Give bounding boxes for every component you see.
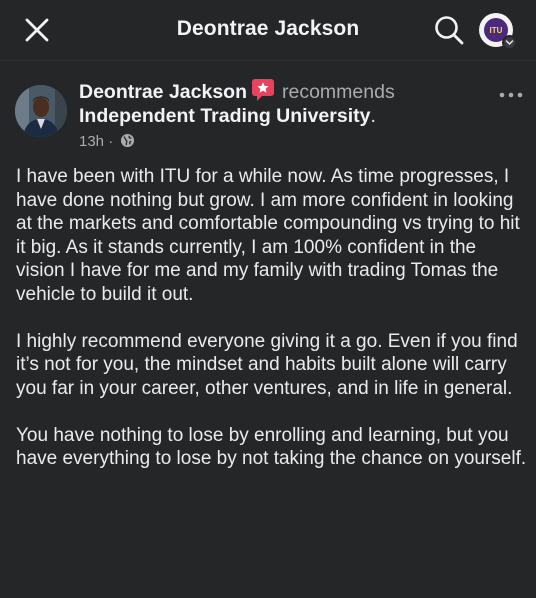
- avatar-photo: [15, 85, 67, 137]
- top-divider: [0, 60, 536, 61]
- profile-button[interactable]: ITU: [477, 11, 517, 51]
- post-paragraph: You have nothing to lose by enrolling an…: [16, 424, 527, 470]
- page-name: Independent Trading University: [79, 105, 371, 127]
- more-dots-icon: [499, 92, 523, 98]
- post-header: Deontrae Jackson recommends Independent …: [0, 75, 536, 155]
- recommends-label: recommends: [282, 81, 395, 103]
- top-bar: Deontrae Jackson ITU: [0, 0, 536, 60]
- avatar[interactable]: [15, 85, 67, 137]
- post-time[interactable]: 13h: [79, 133, 104, 150]
- post-paragraph: I highly recommend everyone giving it a …: [16, 330, 518, 399]
- author-line: Deontrae Jackson recommends: [79, 79, 395, 104]
- recommended-page-link[interactable]: Independent Trading University.: [79, 104, 376, 128]
- chevron-down-icon: [502, 35, 517, 50]
- author-name[interactable]: Deontrae Jackson: [79, 81, 247, 103]
- more-options-button[interactable]: [497, 87, 525, 103]
- recommend-star-icon: [252, 79, 274, 101]
- meta-separator: ·: [108, 133, 114, 150]
- page-name-period: .: [370, 105, 376, 127]
- post-body: I have been with ITU for a while now. As…: [16, 165, 528, 494]
- post-paragraph: I have been with ITU for a while now. As…: [16, 166, 520, 305]
- globe-icon: [121, 133, 135, 148]
- search-icon: [435, 16, 464, 45]
- post-meta: 13h ·: [79, 133, 135, 151]
- search-button[interactable]: [432, 13, 466, 47]
